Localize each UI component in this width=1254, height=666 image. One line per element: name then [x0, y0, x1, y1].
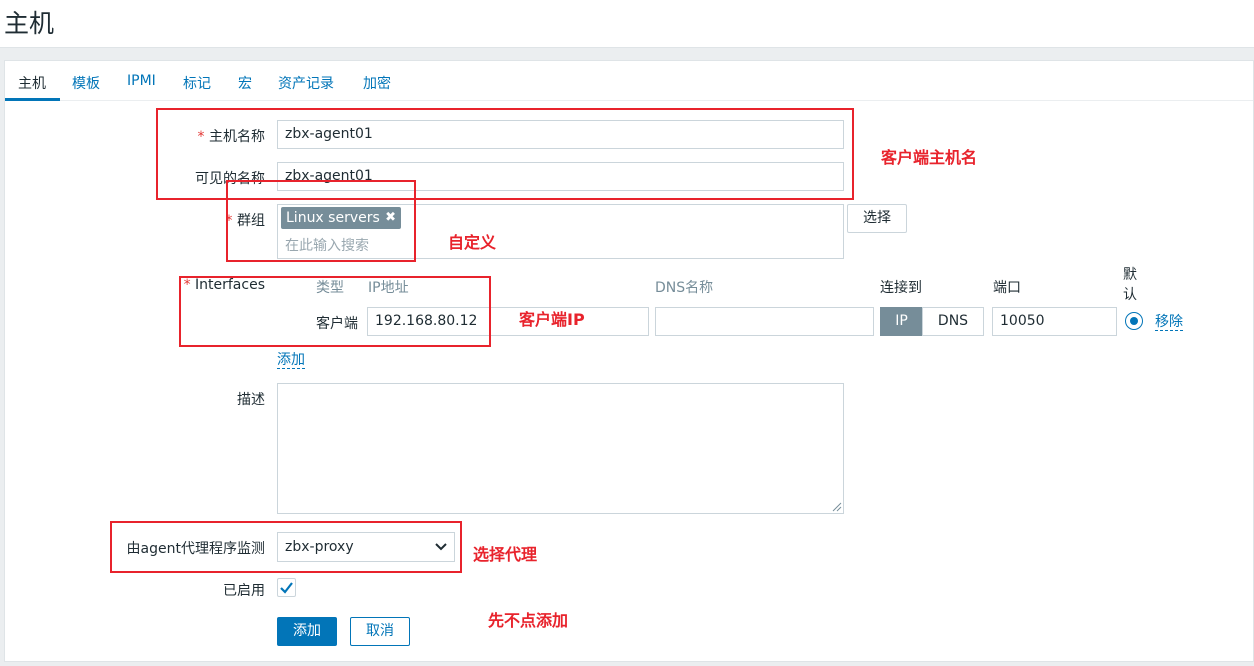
annotation-hostname-note: 客户端主机名 — [881, 148, 978, 167]
select-groups-button[interactable]: 选择 — [847, 204, 907, 233]
radio-selected-dot — [1130, 317, 1138, 325]
tab-ipmi[interactable]: IPMI — [127, 73, 156, 89]
tab-host[interactable]: 主机 — [18, 73, 46, 93]
tab-encryption[interactable]: 加密 — [363, 73, 391, 93]
annotation-group-note: 自定义 — [448, 233, 497, 252]
annotation-proxy-note: 选择代理 — [473, 545, 538, 564]
description-textarea[interactable] — [277, 383, 844, 514]
annotation-box-proxy — [110, 521, 462, 573]
annotation-box-group — [226, 180, 416, 262]
enabled-label: 已启用 — [223, 583, 265, 599]
description-label: 描述 — [237, 392, 265, 408]
tab-templates[interactable]: 模板 — [72, 73, 100, 93]
default-interface-radio[interactable] — [1125, 312, 1143, 330]
page-header: 主机 — [0, 0, 1254, 48]
resize-handle-icon[interactable] — [832, 502, 842, 512]
col-dns-header: DNS名称 — [655, 280, 714, 296]
col-port-header: 端口 — [993, 280, 1021, 296]
tab-macros[interactable]: 宏 — [238, 73, 252, 93]
annotation-add-note: 先不点添加 — [488, 611, 569, 630]
col-connect-header: 连接到 — [880, 280, 922, 296]
col-default-header: 默认 — [1123, 267, 1137, 303]
tab-bar: 主机 模板 IPMI 标记 宏 资产记录 加密 — [5, 61, 1253, 101]
annotation-ip-note: 客户端IP — [519, 310, 585, 329]
connect-ip-toggle[interactable]: IP — [880, 307, 923, 336]
page-title: 主机 — [4, 9, 55, 38]
add-button[interactable]: 添加 — [277, 617, 337, 646]
enabled-checkbox[interactable] — [277, 578, 296, 597]
interface-dns-input[interactable] — [655, 307, 874, 336]
add-interface-link[interactable]: 添加 — [277, 352, 305, 369]
remove-interface-link[interactable]: 移除 — [1155, 314, 1183, 331]
annotation-box-ip — [179, 276, 491, 347]
connect-dns-toggle[interactable]: DNS — [922, 307, 984, 336]
tab-tags[interactable]: 标记 — [183, 73, 211, 93]
cancel-button[interactable]: 取消 — [350, 617, 410, 646]
tab-inventory[interactable]: 资产记录 — [278, 73, 334, 93]
checkmark-icon — [280, 582, 293, 594]
active-tab-indicator — [5, 98, 60, 101]
interface-port-input[interactable]: 10050 — [992, 307, 1117, 336]
